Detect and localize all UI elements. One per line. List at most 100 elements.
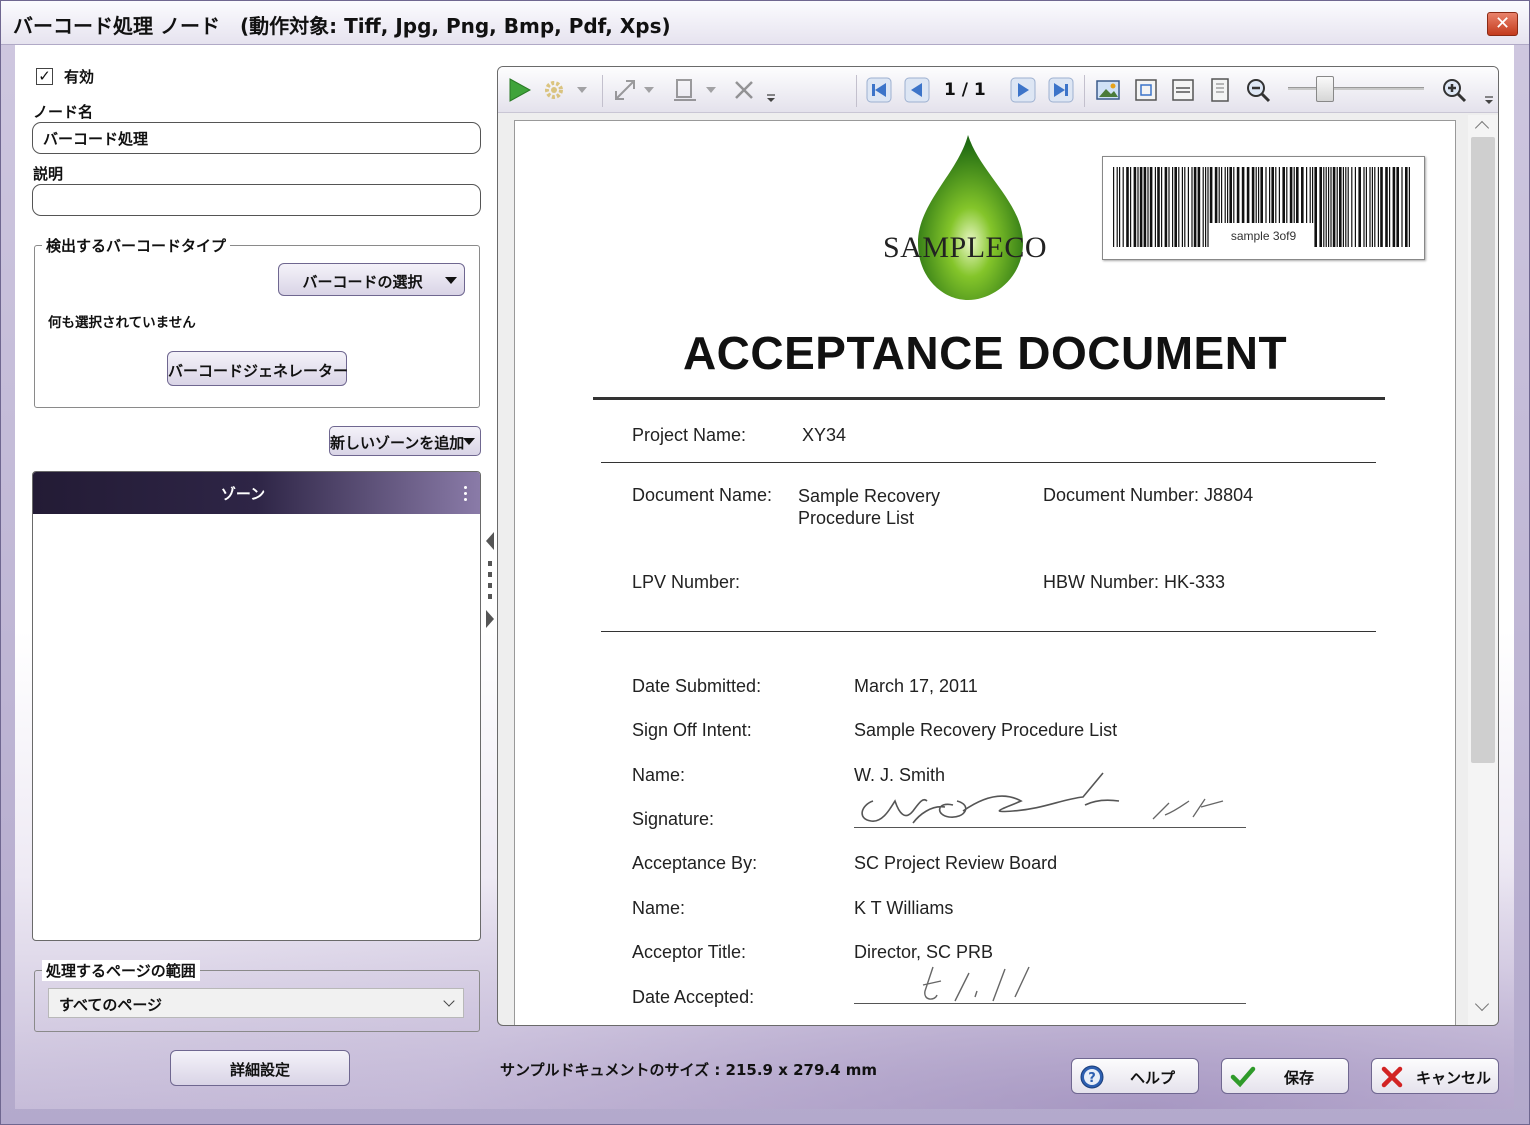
page-current[interactable]: 1 bbox=[944, 80, 956, 100]
zone-header: ゾーン bbox=[33, 472, 480, 514]
section-divider bbox=[601, 631, 1376, 632]
actual-size-icon[interactable] bbox=[1207, 77, 1233, 103]
page-zone-icon[interactable] bbox=[672, 77, 698, 103]
handwritten-signature bbox=[861, 772, 1224, 824]
fit-page-icon[interactable] bbox=[1133, 77, 1159, 103]
document-title: ACCEPTANCE DOCUMENT bbox=[682, 327, 1288, 379]
title-bar: バーコード処理 ノード (動作対象: Tiff, Jpg, Png, Bmp, … bbox=[1, 1, 1529, 45]
handwritten-date bbox=[922, 966, 1030, 1002]
zoom-slider-thumb[interactable] bbox=[1316, 76, 1334, 102]
zone-list-panel: ゾーン bbox=[32, 471, 481, 941]
cancel-label: キャンセル bbox=[1416, 1069, 1492, 1087]
signature-label: Signature: bbox=[632, 809, 715, 829]
document-viewer: 1 / 1 SAMPLECO sample 3of9 ACCEPTANCE DO… bbox=[497, 66, 1499, 1026]
page-indicator: 1 / 1 bbox=[944, 80, 986, 100]
acceptor-title-value: Director, SC PRB bbox=[854, 942, 994, 962]
project-name-label: Project Name: bbox=[632, 425, 747, 445]
barcode-select-button[interactable]: バーコードの選択 bbox=[278, 263, 465, 296]
enabled-label: 有効 bbox=[64, 68, 95, 86]
save-label: 保存 bbox=[1284, 1069, 1315, 1087]
close-icon: ✕ bbox=[1494, 13, 1511, 34]
acceptance-by-value: SC Project Review Board bbox=[854, 853, 1058, 873]
viewer-toolbar: 1 / 1 bbox=[498, 67, 1498, 113]
image-icon[interactable] bbox=[1095, 77, 1121, 103]
first-page-icon[interactable] bbox=[866, 77, 892, 103]
project-name-value: XY34 bbox=[802, 425, 847, 445]
title-divider bbox=[593, 397, 1385, 400]
barcode-type-group-title: 検出するバーコードタイプ bbox=[42, 235, 231, 256]
next-page-icon[interactable] bbox=[1010, 77, 1036, 103]
lpv-number-label: LPV Number: bbox=[632, 572, 741, 592]
sample-document-size: サンプルドキュメントのサイズ : 215.9 x 279.4 mm bbox=[500, 1061, 878, 1079]
company-name: SAMPLECO bbox=[883, 231, 1048, 264]
scroll-down-icon[interactable] bbox=[1474, 996, 1490, 1012]
chevron-down-icon[interactable] bbox=[644, 87, 654, 93]
delete-icon[interactable] bbox=[731, 77, 757, 103]
page-range-group-title: 処理するページの範囲 bbox=[42, 960, 200, 981]
barcode-image: sample 3of9 bbox=[1102, 156, 1425, 260]
sign-off-label: Sign Off Intent: bbox=[632, 720, 752, 740]
sign-off-value: Sample Recovery Procedure List bbox=[854, 720, 1118, 740]
date-submitted-value: March 17, 2011 bbox=[854, 676, 978, 696]
chevron-down-icon bbox=[443, 995, 455, 1007]
panel-splitter-icon[interactable] bbox=[483, 530, 497, 630]
acceptance-by-label: Acceptance By: bbox=[632, 853, 758, 873]
document-name-label: Document Name: bbox=[632, 485, 773, 505]
add-zone-label: 新しいゾーンを追加 bbox=[330, 434, 465, 452]
help-button[interactable]: ? ヘルプ bbox=[1071, 1058, 1199, 1094]
more-options-icon[interactable] bbox=[464, 486, 468, 502]
page-range-select[interactable]: すべてのページ bbox=[48, 988, 464, 1018]
cancel-button[interactable]: キャンセル bbox=[1371, 1058, 1499, 1094]
chevron-down-icon[interactable] bbox=[706, 87, 716, 93]
date-submitted-label: Date Submitted: bbox=[632, 676, 762, 696]
node-name-input[interactable]: バーコード処理 bbox=[32, 122, 481, 154]
cancel-x-icon bbox=[1381, 1066, 1403, 1088]
play-icon[interactable] bbox=[506, 77, 532, 103]
resize-arrows-icon[interactable] bbox=[612, 77, 638, 103]
dropdown-arrow-icon bbox=[463, 438, 475, 445]
description-label: 説明 bbox=[33, 165, 64, 183]
page-separator: / bbox=[961, 80, 968, 100]
scrollbar-thumb[interactable] bbox=[1471, 137, 1495, 763]
section-divider bbox=[601, 462, 1376, 463]
document-page: SAMPLECO sample 3of9 ACCEPTANCE DOCUMENT… bbox=[514, 120, 1456, 1025]
date-accepted-label: Date Accepted: bbox=[632, 987, 755, 1007]
scroll-up-icon[interactable] bbox=[1474, 120, 1490, 136]
no-barcode-selected-text: 何も選択されていません bbox=[48, 315, 196, 331]
name-value: K T Williams bbox=[854, 898, 954, 918]
document-name-value: Sample Recovery Procedure List bbox=[798, 486, 941, 528]
zoom-in-icon[interactable] bbox=[1441, 77, 1467, 103]
zoom-out-icon[interactable] bbox=[1245, 77, 1271, 103]
svg-text:?: ? bbox=[1088, 1071, 1096, 1086]
document-number: Document Number: J8804 bbox=[1043, 485, 1254, 505]
close-button[interactable]: ✕ bbox=[1487, 12, 1518, 36]
gear-icon[interactable] bbox=[541, 77, 567, 103]
help-icon: ? bbox=[1080, 1065, 1104, 1089]
barcode-caption: sample 3of9 bbox=[1230, 229, 1297, 243]
company-logo-drop bbox=[918, 135, 1023, 300]
previous-page-icon[interactable] bbox=[904, 77, 930, 103]
page-range-selected: すべてのページ bbox=[59, 996, 163, 1014]
dropdown-arrow-icon bbox=[445, 277, 457, 284]
node-name-label: ノード名 bbox=[33, 103, 94, 121]
zoom-slider-track[interactable] bbox=[1288, 87, 1424, 90]
save-button[interactable]: 保存 bbox=[1221, 1058, 1349, 1094]
toolbar-overflow-icon[interactable] bbox=[1484, 95, 1494, 105]
vertical-scrollbar[interactable] bbox=[1468, 115, 1498, 1025]
chevron-down-icon[interactable] bbox=[577, 87, 587, 93]
fit-width-icon[interactable] bbox=[1170, 77, 1196, 103]
acceptor-title-label: Acceptor Title: bbox=[632, 942, 747, 962]
add-zone-button[interactable]: 新しいゾーンを追加 bbox=[329, 426, 481, 456]
page-total: 1 bbox=[973, 80, 986, 100]
enabled-checkbox[interactable]: ✓ bbox=[36, 68, 53, 85]
name-label: Name: bbox=[632, 898, 686, 918]
name-label: Name: bbox=[632, 765, 686, 785]
checkmark-icon bbox=[1230, 1066, 1256, 1088]
last-page-icon[interactable] bbox=[1048, 77, 1074, 103]
barcode-generator-button[interactable]: バーコードジェネレーター bbox=[167, 351, 348, 386]
toolbar-overflow-icon[interactable] bbox=[766, 93, 776, 103]
window-title: バーコード処理 ノード (動作対象: Tiff, Jpg, Png, Bmp, … bbox=[13, 14, 671, 38]
zone-header-title: ゾーン bbox=[220, 485, 266, 503]
advanced-settings-button[interactable]: 詳細設定 bbox=[170, 1050, 350, 1086]
description-input[interactable] bbox=[32, 184, 481, 216]
